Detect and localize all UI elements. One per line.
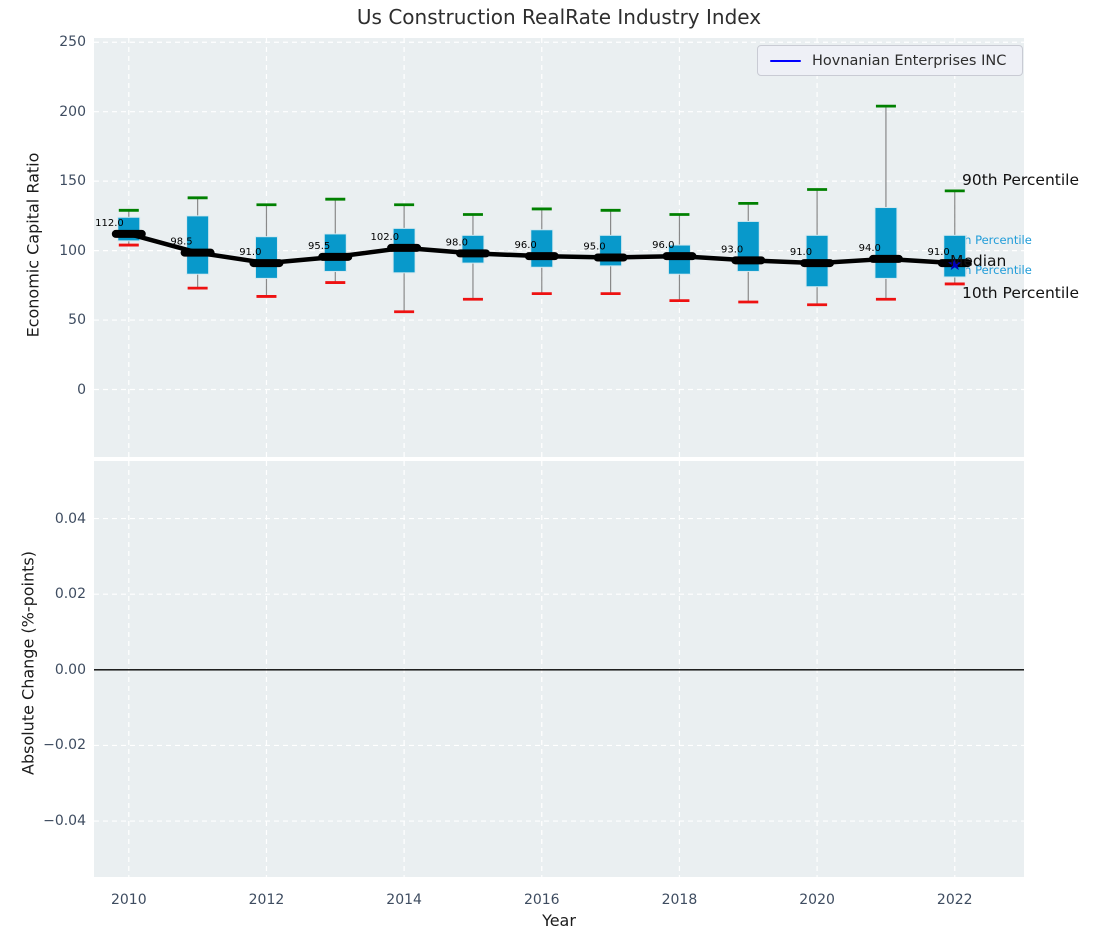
median-side-label: Median <box>950 252 1006 270</box>
median-annotation: 96.0 <box>652 240 674 251</box>
median-annotation: 91.0 <box>790 247 812 258</box>
bottom-y-tick-label: 0.02 <box>0 585 86 603</box>
bottom-y-tick-label: 0.00 <box>0 661 86 679</box>
median-annotation: 95.0 <box>583 242 605 253</box>
median-annotation: 102.0 <box>370 232 399 243</box>
top-y-tick-label: 50 <box>0 311 86 329</box>
top-y-tick-label: 100 <box>0 242 86 260</box>
median-annotation: 91.0 <box>239 247 261 258</box>
legend-line-sample <box>770 60 801 62</box>
chart-title: Us Construction RealRate Industry Index <box>94 5 1024 29</box>
top-y-tick-label: 250 <box>0 33 86 51</box>
median-annotation: 94.0 <box>859 243 881 254</box>
median-annotation: 112.0 <box>95 218 124 229</box>
top-y-tick-label: 200 <box>0 103 86 121</box>
top-y-tick-label: 0 <box>0 381 86 399</box>
x-tick-label: 2016 <box>508 891 576 909</box>
top-y-tick-label: 150 <box>0 172 86 190</box>
median-annotation: 98.0 <box>446 237 468 248</box>
p90-side-label: 90th Percentile <box>962 171 1079 189</box>
x-tick-label: 2014 <box>370 891 438 909</box>
x-tick-label: 2022 <box>921 891 989 909</box>
x-tick-label: 2018 <box>645 891 713 909</box>
median-annotation: 95.5 <box>308 241 330 252</box>
median-annotation: 91.0 <box>927 247 949 258</box>
x-tick-label: 2010 <box>95 891 163 909</box>
chart-canvas: 112.0 98.5 91.0 95.5 102.0 98.0 96.0 95.0 96.0 93… <box>0 0 1098 942</box>
bottom-y-tick-label: 0.04 <box>0 510 86 528</box>
boxplot-box <box>324 234 346 272</box>
legend: Hovnanian Enterprises INC <box>757 45 1023 76</box>
x-tick-label: 2012 <box>232 891 300 909</box>
x-tick-label: 2020 <box>783 891 851 909</box>
bottom-y-tick-label: −0.02 <box>0 736 86 754</box>
x-axis-label: Year <box>94 911 1024 930</box>
median-annotation: 96.0 <box>515 240 537 251</box>
median-annotation: 93.0 <box>721 244 743 255</box>
bottom-y-tick-label: −0.04 <box>0 812 86 830</box>
legend-label: Hovnanian Enterprises INC <box>812 53 1006 69</box>
p10-side-label: 10th Percentile <box>962 284 1079 302</box>
median-annotation: 98.5 <box>170 237 192 248</box>
